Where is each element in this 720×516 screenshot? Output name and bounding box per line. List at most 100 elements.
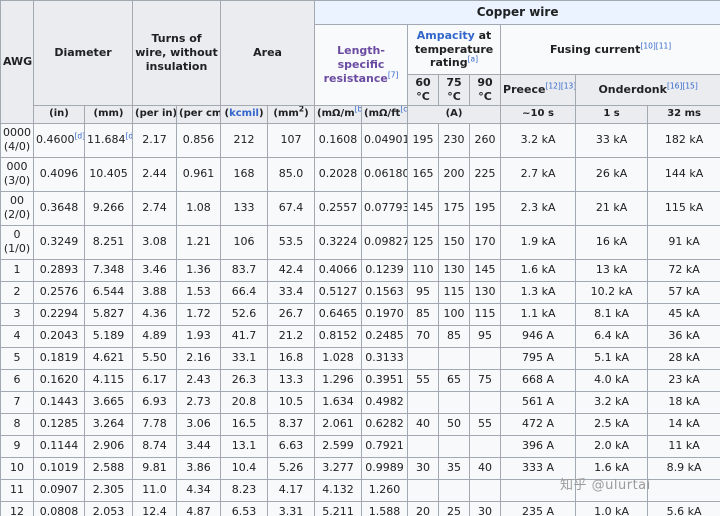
units-row: (in) (mm) (per in) (per cm) (kcmil) (mm2… — [1, 104, 720, 124]
data-cell: 11.684[d] — [83, 122, 134, 158]
data-cell: 4.115 — [83, 368, 134, 392]
data-cell: 2.061 — [314, 412, 363, 436]
data-cell: 6.93 — [132, 390, 178, 414]
data-cell: 1.634 — [314, 390, 363, 414]
data-cell: 561 A — [500, 390, 577, 414]
data-cell: 2.5 kA — [575, 412, 649, 436]
data-cell: 1.3 kA — [500, 280, 577, 304]
data-cell: 0.6465 — [314, 302, 363, 326]
ref-7-link[interactable]: [7] — [388, 70, 399, 79]
data-cell: 11.0 — [132, 478, 178, 502]
ref-b-link[interactable]: [b] — [355, 106, 361, 113]
data-cell: 0.2576 — [33, 280, 85, 304]
data-cell: 67.4 — [267, 190, 316, 226]
data-cell: 472 A — [500, 412, 577, 436]
data-cell: 7.78 — [132, 412, 178, 436]
data-cell: 1.53 — [176, 280, 222, 304]
data-cell: 4.132 — [314, 478, 363, 502]
data-cell: 0.1443 — [33, 390, 85, 414]
data-cell: 4.36 — [132, 302, 178, 326]
data-cell: 0.0907 — [33, 478, 85, 502]
data-cell: 21 kA — [575, 190, 649, 226]
data-cell: 4.89 — [132, 324, 178, 348]
data-cell — [469, 434, 502, 458]
table-row: 7 0.1443 3.665 6.93 2.73 20.8 10.5 1.634 0.4982 5… — [0, 390, 720, 414]
data-cell: 0.3951 — [361, 368, 409, 392]
awg-cell: 0 (1/0) — [0, 224, 34, 260]
data-cell — [469, 346, 502, 370]
data-cell: 11 kA — [647, 434, 720, 458]
data-cell: 12.4 — [132, 500, 178, 516]
ref-a-link[interactable]: [a] — [468, 55, 478, 64]
resistance-link[interactable]: Length-specific resistance — [324, 44, 388, 85]
data-cell: 5.50 — [132, 346, 178, 370]
data-cell: 1.21 — [176, 224, 222, 260]
data-cell: 16.5 — [220, 412, 269, 436]
ampacity-link[interactable]: Ampacity — [417, 29, 475, 42]
data-cell: 75 — [469, 368, 502, 392]
data-cell: 1.93 — [176, 324, 222, 348]
data-cell: 130 — [438, 258, 471, 282]
data-cell: 5.26 — [267, 456, 316, 480]
data-cell: 0.2294 — [33, 302, 85, 326]
data-cell: 35 — [438, 456, 471, 480]
unit-1s: 1 s — [575, 104, 649, 124]
data-cell: 40 — [469, 456, 502, 480]
data-cell: 2.305 — [83, 478, 134, 502]
data-cell: 33.4 — [267, 280, 316, 304]
data-cell: 0.9989 — [361, 456, 409, 480]
data-cell: 20.8 — [220, 390, 269, 414]
data-cell: 3.86 — [176, 456, 222, 480]
onderdonk-refs-link[interactable]: [16][15] — [667, 81, 698, 90]
header-row-top: AWG Diameter Turns of wire, without insu… — [0, 0, 720, 124]
data-cell: 3.88 — [132, 280, 178, 304]
data-cell: 9.81 — [132, 456, 178, 480]
data-cell: 195 — [469, 190, 502, 226]
data-cell: 230 — [438, 122, 471, 158]
awg-cell: 0000 (4/0) — [0, 122, 34, 158]
kcmil-link[interactable]: kcmil — [229, 108, 259, 119]
data-cell: 41.7 — [220, 324, 269, 348]
data-cell: 106 — [220, 224, 269, 260]
data-cell: 2.0 kA — [575, 434, 649, 458]
data-cell: 66.4 — [220, 280, 269, 304]
awg-cell: 2 — [0, 280, 34, 304]
data-cell: 8.9 kA — [647, 456, 720, 480]
data-cell: 85.0 — [267, 156, 316, 192]
data-cell: 0.4096 — [33, 156, 85, 192]
data-cell: 6.544 — [83, 280, 134, 304]
data-cell: 26 kA — [575, 156, 649, 192]
awg-cell: 1 — [0, 258, 34, 282]
data-cell: 2.43 — [176, 368, 222, 392]
awg-cell: 000 (3/0) — [0, 156, 34, 192]
awg-wire-table: AWG Diameter Turns of wire, without insu… — [0, 0, 720, 516]
data-cell: 0.1563 — [361, 280, 409, 304]
onderdonk-text: Onderdonk — [598, 82, 667, 96]
data-cell: 5.189 — [83, 324, 134, 348]
data-cell: 10.405 — [83, 156, 134, 192]
data-cell — [438, 346, 471, 370]
data-cell: 4.17 — [267, 478, 316, 502]
data-cell: 6.17 — [132, 368, 178, 392]
data-cell: 0.1620 — [33, 368, 85, 392]
data-cell: 33 kA — [575, 122, 649, 158]
kcmil-paren-close: ) — [258, 107, 264, 119]
fusing-refs-link[interactable]: [10][11] — [640, 41, 671, 50]
table-row: 12 0.0808 2.053 12.4 4.87 6.53 3.31 5.211 1.588 2… — [0, 500, 720, 516]
table-row: 0 (1/0) 0.3249 8.251 3.08 1.21 106 53.5 0.3224 0.… — [0, 224, 720, 260]
data-cell: 2.16 — [176, 346, 222, 370]
unit-mm: (mm) — [83, 104, 134, 124]
data-cell: 4.87 — [176, 500, 222, 516]
ref-link[interactable]: [d] — [75, 131, 84, 140]
ref-link[interactable]: [d] — [126, 131, 132, 140]
data-cell: 0.07793 — [361, 190, 409, 226]
data-cell: 3.06 — [176, 412, 222, 436]
col-header-fusing-current: Fusing current[10][11] — [500, 24, 720, 75]
ref-c-link[interactable]: [c] — [400, 106, 406, 113]
data-cell: 0.1019 — [33, 456, 85, 480]
data-cell: 668 A — [500, 368, 577, 392]
data-cell: 0.09827 — [361, 224, 409, 260]
data-cell: 0.4600[d] — [33, 122, 85, 158]
data-cell: 0.1608 — [314, 122, 363, 158]
preece-refs-link[interactable]: [12][13][14][15] — [545, 81, 574, 90]
